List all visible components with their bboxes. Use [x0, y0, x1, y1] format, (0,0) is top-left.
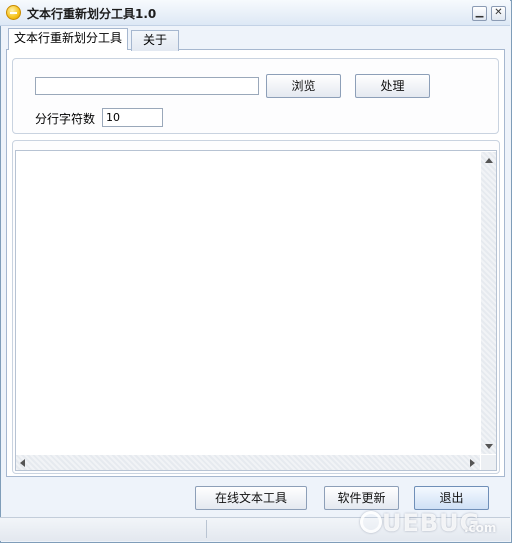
scroll-up-arrow-icon[interactable] [485, 158, 493, 163]
smiley-app-icon [6, 5, 21, 20]
close-button[interactable]: ✕ [491, 6, 506, 21]
browse-button[interactable]: 浏览 [266, 74, 341, 98]
output-textarea[interactable] [15, 150, 497, 471]
tab-about[interactable]: 关于 [131, 30, 179, 51]
file-path-input[interactable] [35, 77, 259, 95]
tab-line-splitter[interactable]: 文本行重新划分工具 [8, 28, 128, 50]
minimize-button[interactable]: ▁ [472, 6, 487, 21]
scroll-left-arrow-icon[interactable] [20, 459, 25, 467]
vertical-scrollbar[interactable] [481, 152, 496, 454]
scroll-down-arrow-icon[interactable] [485, 444, 493, 449]
line-count-input[interactable] [102, 108, 163, 127]
watermark-domain: .com [464, 521, 497, 535]
line-count-label: 分行字符数 [35, 112, 96, 126]
watermark-logo-icon [360, 511, 382, 533]
online-text-tools-button[interactable]: 在线文本工具 [195, 486, 307, 510]
scroll-corner [481, 455, 496, 470]
process-button[interactable]: 处理 [355, 74, 430, 98]
site-watermark: UEBUG .com [360, 507, 508, 541]
status-bar-divider [206, 520, 207, 538]
scroll-right-arrow-icon[interactable] [470, 459, 475, 467]
window-title: 文本行重新划分工具1.0 [27, 7, 157, 21]
horizontal-scrollbar[interactable] [16, 455, 480, 470]
